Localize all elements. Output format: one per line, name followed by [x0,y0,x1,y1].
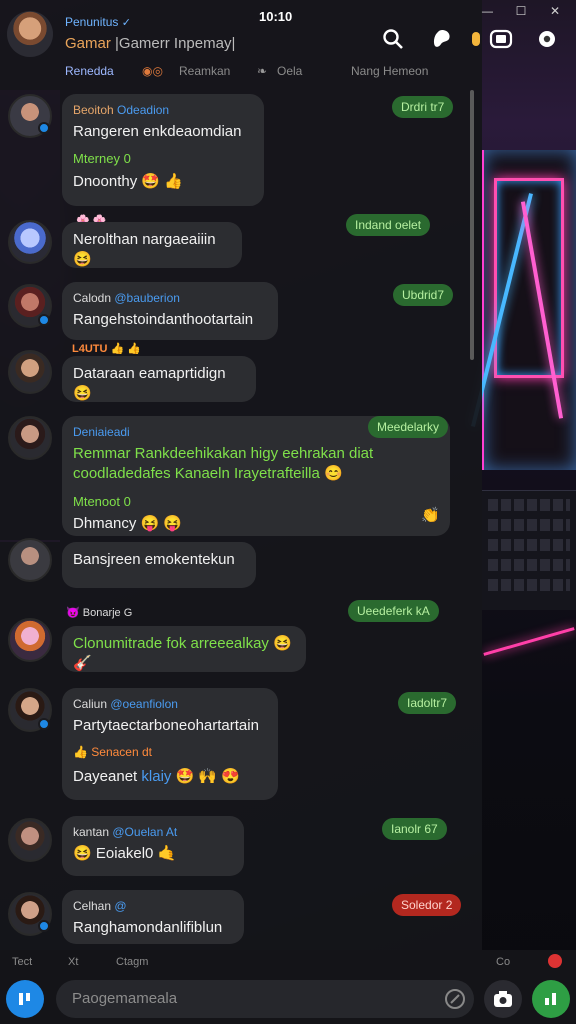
keyboard-right [482,490,576,610]
message-bubble[interactable]: Celhan @ Ranghamondanlifiblun [62,890,244,944]
sender-name: kantan [73,825,110,839]
record-icon[interactable] [548,954,562,968]
avatar[interactable] [8,818,52,862]
camera-icon[interactable] [470,26,482,52]
sender-tag: @ [114,899,127,913]
minimize-button[interactable]: — [480,4,494,18]
search-icon[interactable] [380,26,406,52]
composer-bar: Paogemameala [0,974,576,1024]
message-text: Remmar Rankdeehikakan higy eehrakan diat… [73,445,374,483]
window-controls: — ☐ ✕ [480,4,562,18]
timestamp-badge: Meedelarky [368,416,449,438]
timestamp-badge: Ueedeferk kA [348,600,439,622]
emoji-icon: ◉◎ [142,64,163,78]
avatar[interactable] [8,416,52,460]
composer-hints: Tect Xt Ctagm Co [0,950,576,974]
contact-name[interactable]: Penunitus ✓ [65,15,131,29]
message-subline: Dayeanet [73,767,138,785]
message-bubble[interactable]: Beoitoh Odeadion Rangeren enkdeaomdian M… [62,94,264,206]
avatar[interactable] [8,618,52,662]
chat-panel: 10:10 Penunitus ✓ Gamar |Gamerr Inpemay|… [0,0,555,950]
reaction-icon[interactable]: 👏 [421,506,440,526]
send-icon [545,993,556,1005]
message-bubble[interactable]: Clonumitrade fok arreeealkay 😆 🎸 [62,626,306,672]
tab-nang-hemeon[interactable]: Nang Hemeon [351,64,428,78]
tab-reamkan[interactable]: Reamkan [179,64,230,78]
message-bubble[interactable]: Bansjreen emokentekun [62,542,256,588]
hint-text[interactable]: Tect [12,956,32,968]
hint-text[interactable]: Xt [68,956,78,968]
message-reaction: 🤩 🙌 😍 [175,767,240,785]
contact-status: Gamar |Gamerr Inpemay| [65,35,236,52]
attach-icon [19,993,30,1005]
verified-icon [38,122,50,134]
contact-avatar[interactable] [7,11,53,57]
emoji-button[interactable] [440,984,470,1014]
attach-button[interactable] [6,980,44,1018]
scrollbar[interactable] [470,90,474,360]
message-subline: Mterney 0 [73,151,131,167]
message-bubble[interactable]: Nerolthan nargaeaiiin 😆 [62,222,242,268]
message-bubble[interactable]: Dataraan eamaprtidign 😆 [62,356,256,402]
hint-text[interactable]: Co [496,956,510,968]
verified-icon: ✓ [121,17,131,29]
message-label: 😈 Bonarje G [66,607,133,619]
tab-renedda[interactable]: Renedda [65,64,114,78]
message-text: Bansjreen emokentekun [73,551,235,568]
avatar[interactable] [8,220,52,264]
message-text: 😆 Eoiakel0 🤙 [73,845,177,863]
camera-button[interactable] [484,980,522,1018]
verified-icon [38,314,50,326]
message-reaction: Dnoonthy 🤩 👍 [73,172,183,190]
message-text: Rangeren enkdeaomdian [73,123,242,141]
screen: — ☐ ✕ 10:10 Penunitus ✓ Gamar |Gamerr In… [0,0,576,1024]
sender-tag: @Ouelan At [112,825,178,839]
message-label: 👍 Senacen dt [73,745,152,760]
paint-icon[interactable] [429,26,455,52]
timestamp-badge: Soledor 2 [392,894,462,916]
sender-tag: @oeanfiolon [110,697,178,711]
message-text: Clonumitrade fok arreeealkay 😆 🎸 [73,635,292,673]
message-subline: Mtenoot 0 [73,493,131,509]
mention-link[interactable]: klaiy [141,768,171,785]
message-input[interactable]: Paogemameala [56,980,474,1018]
message-text: Dataraan eamaprtidign 😆 [73,365,226,403]
sender-name: Caliun [73,697,108,711]
message-text: Nerolthan nargaeaiiin 😆 [73,231,216,269]
leaf-icon: ❧ [257,64,268,78]
tab-bar: Renedda ◉◎ Reamkan ❧ Oela Nang Hemeon [65,64,465,82]
avatar[interactable] [8,350,52,394]
sender-tag: Odeadion [117,103,170,117]
timestamp-badge: Iadoltr7 [398,692,457,714]
message-label: L4UTU 👍 👍 [72,343,141,355]
clock: 10:10 [259,9,293,24]
message-reaction: Dhmancy 😝 😝 [73,515,183,533]
timestamp-badge: Drdri tr7 [392,96,454,118]
timestamp-badge: Ianolr 67 [382,818,447,840]
settings-icon[interactable] [534,26,560,52]
hint-text[interactable]: Ctagm [116,956,148,968]
send-button[interactable] [532,980,570,1018]
message-text: Rangehstoindanthootartain [73,311,254,329]
message-text: Partytaectarboneohartartain [73,717,259,735]
sender-tag: @bauberion [114,291,180,305]
message-text: Ranghamondanlifiblun [73,919,223,937]
sender-name: Celhan [73,899,112,913]
timestamp-badge: Ubdrid7 [393,284,454,306]
sender-name: Beoitoh [73,103,114,117]
avatar[interactable] [8,538,52,582]
verified-icon [38,718,50,730]
sender-name: Calodn [73,291,112,305]
message-bubble[interactable]: Calodn @bauberion Rangehstoindanthootart… [62,282,278,340]
message-bubble[interactable]: Caliun @oeanfiolon Partytaectarboneohart… [62,688,278,800]
compass-icon [445,989,465,1009]
close-button[interactable]: ✕ [548,4,562,18]
message-bubble[interactable]: kantan @Ouelan At 😆 Eoiakel0 🤙 [62,816,244,876]
verified-icon [38,920,50,932]
timestamp-badge: Indand oelet [346,214,431,236]
maximize-button[interactable]: ☐ [514,4,528,18]
video-icon[interactable] [488,26,514,52]
tab-oela[interactable]: Oela [277,64,302,78]
camera-icon [494,991,512,1007]
